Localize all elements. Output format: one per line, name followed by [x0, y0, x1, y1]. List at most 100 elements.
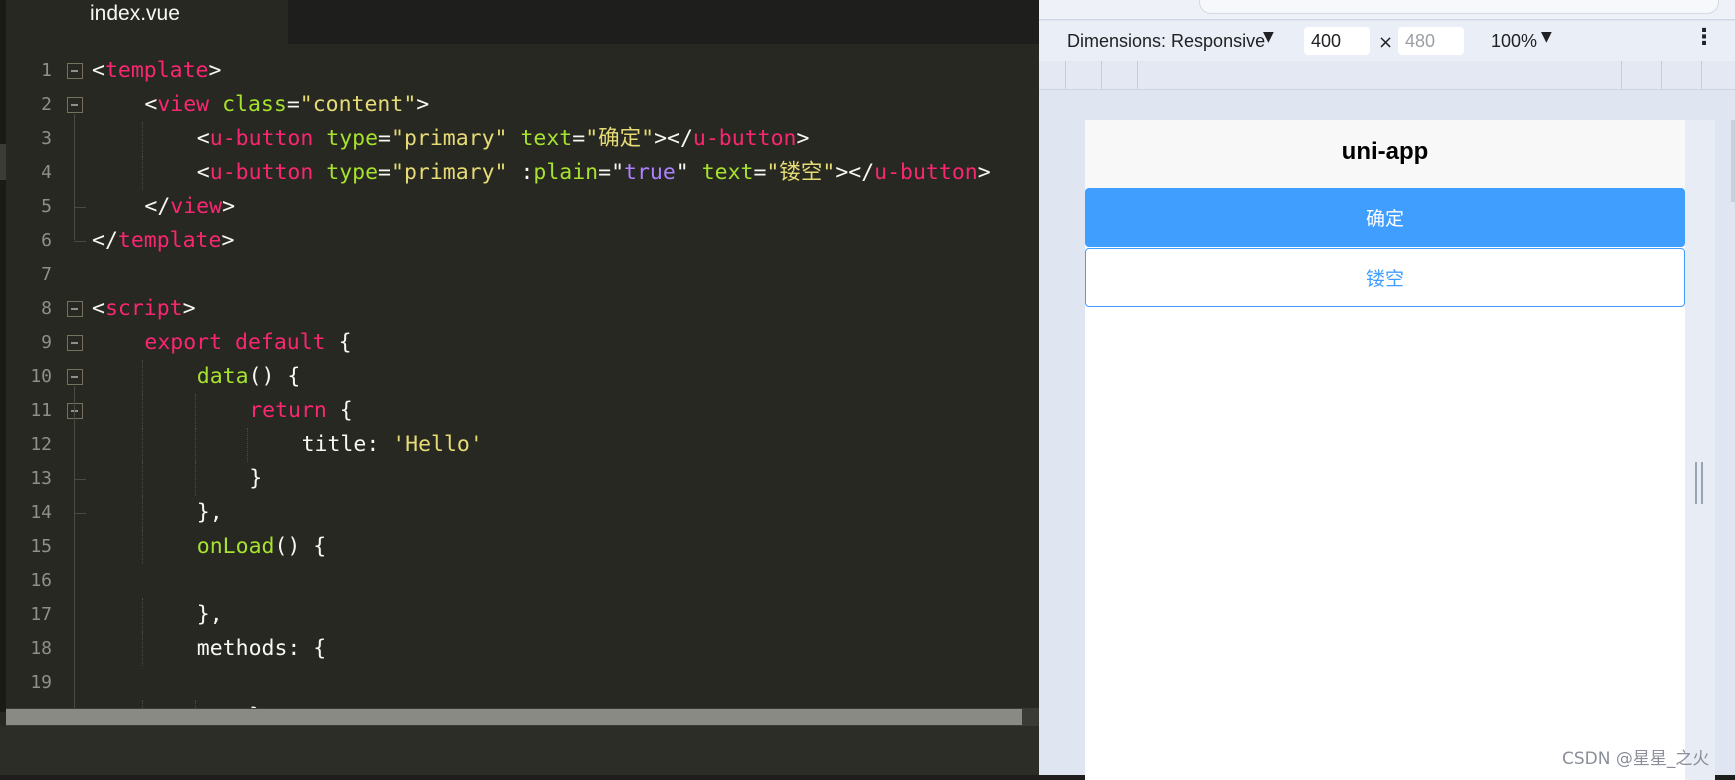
panel-edge — [1731, 120, 1735, 202]
code-token: = — [378, 160, 391, 185]
height-input[interactable] — [1398, 27, 1464, 55]
code-token: text — [520, 126, 573, 151]
code-token: < — [196, 160, 210, 185]
fold-toggle-icon[interactable] — [67, 63, 83, 79]
dimensions-caret-icon[interactable]: ▼ — [1263, 29, 1274, 45]
indent-guide — [247, 428, 249, 462]
zoom-caret-icon[interactable]: ▼ — [1541, 29, 1552, 45]
fold-toggle-icon[interactable] — [67, 335, 83, 351]
more-options-icon[interactable]: ⋮ — [1693, 25, 1715, 50]
code-area[interactable]: 1 <template> 2 <view class="content"> 3 <u-bu… — [6, 54, 1039, 708]
viewport-resize-rail[interactable] — [1685, 120, 1715, 780]
tab-index-vue[interactable]: index.vue — [0, 0, 288, 44]
code-line[interactable]: 16 — [6, 564, 1039, 598]
code-token: 'Hello' — [392, 432, 483, 457]
indent-guide — [142, 428, 144, 462]
hollow-button[interactable]: 镂空 — [1085, 248, 1685, 307]
code-line[interactable]: 15 onLoad() { — [6, 530, 1039, 564]
code-token: = — [378, 126, 391, 151]
scrollbar-thumb[interactable] — [6, 709, 1022, 725]
code-line[interactable]: 7 — [6, 258, 1039, 292]
code-line[interactable]: } — [6, 700, 1039, 708]
code-token: : — [507, 160, 534, 185]
ruler-segment[interactable] — [1101, 61, 1137, 89]
code-line[interactable]: 14}, — [6, 496, 1039, 530]
line-number: 16 — [30, 570, 52, 591]
indent-guide — [142, 598, 144, 632]
code-line[interactable]: 1 <template> — [6, 54, 1039, 88]
code-line[interactable]: 10 data() { — [6, 360, 1039, 394]
ruler-segment[interactable] — [1137, 61, 1173, 89]
times-symbol: × — [1378, 32, 1394, 53]
code-token: }, — [196, 500, 223, 525]
code-token: > — [796, 126, 810, 151]
fold-end-marker — [74, 513, 86, 514]
indent-guide — [142, 496, 144, 530]
indent-guide — [194, 462, 196, 496]
code-token: class — [222, 92, 287, 117]
tab-label: index.vue — [90, 2, 180, 25]
dimensions-dropdown[interactable]: Dimensions: Responsive — [1067, 31, 1265, 52]
fold-toggle-icon[interactable] — [67, 97, 83, 113]
line-number: 3 — [41, 128, 52, 149]
code-line[interactable]: 8 <script> — [6, 292, 1039, 326]
ruler-segment[interactable] — [1065, 61, 1101, 89]
code-token: < — [196, 126, 210, 151]
fold-toggle-icon[interactable] — [67, 403, 83, 419]
code-text: }, — [197, 496, 223, 530]
ruler-segment[interactable] — [1661, 61, 1701, 89]
line-number: 12 — [30, 434, 52, 455]
zoom-dropdown[interactable]: 100% — [1491, 31, 1537, 52]
code-line[interactable]: 19 — [6, 666, 1039, 700]
confirm-button[interactable]: 确定 — [1085, 188, 1685, 247]
resize-handle-icon[interactable] — [1695, 462, 1705, 504]
editor-tab-bar: index.vue — [0, 0, 1039, 44]
code-line[interactable]: 2 <view class="content"> — [6, 88, 1039, 122]
code-token: u-button — [692, 126, 797, 151]
code-token: u-button — [209, 160, 314, 185]
code-line[interactable]: 17}, — [6, 598, 1039, 632]
fold-toggle-icon[interactable] — [67, 369, 83, 385]
line-number: 18 — [30, 638, 52, 659]
code-token: "content" — [299, 92, 417, 117]
address-bar[interactable] — [1199, 0, 1719, 14]
ruler-segment[interactable] — [1701, 61, 1735, 89]
line-number: 13 — [30, 468, 52, 489]
code-text: methods: { — [197, 632, 326, 666]
code-line[interactable]: 11 return { — [6, 394, 1039, 428]
code-line[interactable]: 6 </template> — [6, 224, 1039, 258]
browser-top-strip — [1039, 0, 1735, 20]
code-line[interactable]: 5 </view> — [6, 190, 1039, 224]
media-query-ruler[interactable] — [1039, 61, 1735, 90]
code-token: < — [92, 58, 105, 83]
indent-guide — [142, 360, 144, 394]
ruler-segment[interactable] — [1621, 61, 1661, 89]
code-line[interactable]: 12 title: 'Hello' — [6, 428, 1039, 462]
code-token: methods: { — [196, 636, 327, 661]
code-line[interactable]: 4 <u-button type="primary" :plain="true" … — [6, 156, 1039, 190]
code-line[interactable]: 18 methods: { — [6, 632, 1039, 666]
code-token: () { — [248, 364, 301, 389]
code-text: <view class="content"> — [144, 88, 429, 122]
code-token: = — [753, 160, 767, 185]
fold-toggle-icon[interactable] — [67, 301, 83, 317]
code-token: true — [624, 160, 676, 185]
code-token: template — [104, 58, 209, 83]
code-token: onLoad — [196, 534, 275, 559]
code-line[interactable]: 9 export default { — [6, 326, 1039, 360]
code-token: </ — [92, 228, 118, 253]
code-token: u-button — [209, 126, 314, 151]
line-number: 6 — [41, 230, 52, 251]
code-editor[interactable]: index.vue 1 <template> 2 <view class="conte… — [0, 0, 1039, 775]
code-token: > — [222, 194, 236, 219]
line-number: 1 — [41, 60, 52, 81]
code-line[interactable]: 3 <u-button type="primary" text="确定"></u-… — [6, 122, 1039, 156]
code-text: <script> — [92, 292, 196, 326]
code-token: "确定" — [585, 126, 655, 151]
horizontal-scrollbar[interactable] — [6, 708, 1039, 726]
code-line[interactable]: 13} — [6, 462, 1039, 496]
code-text: export default { — [144, 326, 351, 360]
code-text: </template> — [92, 224, 234, 258]
width-input[interactable] — [1304, 27, 1370, 55]
